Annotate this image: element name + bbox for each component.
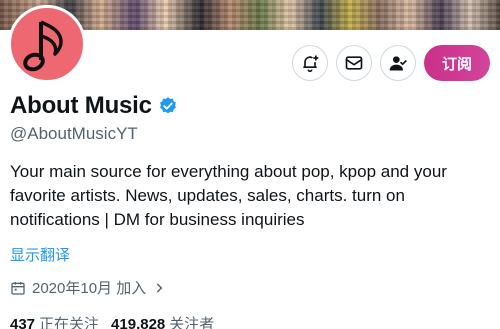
message-button[interactable] xyxy=(335,45,372,81)
name-row: About Music xyxy=(10,92,178,120)
followers-count: 419,828 xyxy=(111,316,166,329)
following-button[interactable] xyxy=(379,45,416,81)
calendar-icon xyxy=(11,281,25,295)
following-label: 正在关注 xyxy=(39,316,100,329)
verified-badge-icon[interactable] xyxy=(158,96,178,116)
profile-handle: @AboutMusicYT xyxy=(10,124,138,143)
bell-plus-icon xyxy=(303,55,319,73)
chevron-right-icon xyxy=(156,282,163,293)
display-name: About Music xyxy=(10,92,152,119)
followers-label: 关注者 xyxy=(169,316,215,329)
followers-stat[interactable]: 419,828 关注者 xyxy=(111,313,214,329)
following-stat[interactable]: 437 正在关注 xyxy=(10,313,99,329)
profile-actions: 订阅 xyxy=(291,45,490,81)
translate-link[interactable]: 显示翻译 xyxy=(10,244,70,265)
joined-label: 2020年10月 加入 xyxy=(32,280,147,297)
profile-bio: Your main source for everything about po… xyxy=(10,162,447,229)
subscribe-button[interactable]: 订阅 xyxy=(423,45,490,81)
joined-date[interactable]: 2020年10月 加入 xyxy=(10,277,166,298)
user-check-icon xyxy=(389,56,407,71)
music-note-icon xyxy=(23,20,63,72)
mail-icon xyxy=(345,56,363,70)
following-count: 437 xyxy=(10,316,36,329)
notifications-button[interactable] xyxy=(291,45,328,81)
avatar[interactable] xyxy=(8,5,86,83)
follow-stats: 437 正在关注 419,828 关注者 xyxy=(10,313,214,329)
